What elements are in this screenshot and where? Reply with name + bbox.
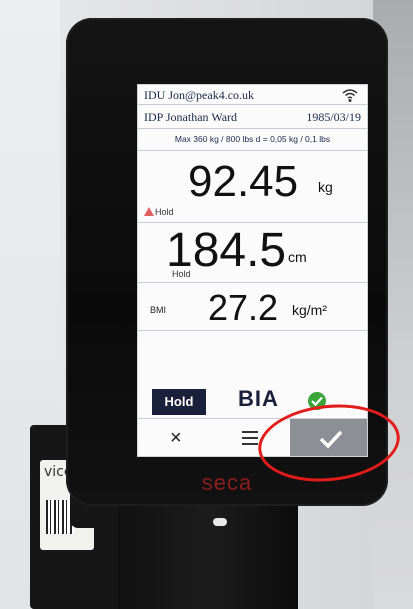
touch-screen: IDU Jon@peak4.co.uk IDP Jonathan Ward 19… <box>137 84 368 457</box>
close-icon: × <box>170 427 182 449</box>
idu-text: IDU Jon@peak4.co.uk <box>144 88 255 102</box>
idp-text: IDP Jonathan Ward <box>144 110 238 124</box>
idp-row[interactable]: IDP Jonathan Ward 1985/03/19 <box>138 105 367 129</box>
bmi-unit: kg/m² <box>292 302 327 318</box>
hold-button[interactable]: Hold <box>152 389 206 415</box>
stand-slot <box>213 518 227 526</box>
idu-row[interactable]: IDU Jon@peak4.co.uk <box>138 85 367 105</box>
scale-limits: Max 360 kg / 800 lbs d = 0,05 kg / 0,1 l… <box>138 129 367 151</box>
weight-panel: 92.45 kg Hold <box>138 151 367 223</box>
idp-date: 1985/03/19 <box>306 110 361 124</box>
height-unit: cm <box>288 249 307 265</box>
warning-icon <box>144 207 154 216</box>
height-hold-label: Hold <box>172 269 191 279</box>
bmi-panel: BMI 27.2 kg/m² <box>138 283 367 331</box>
wifi-icon <box>342 89 358 102</box>
weight-hold-label: Hold <box>155 207 174 217</box>
menu-icon <box>242 431 258 445</box>
cancel-button[interactable]: × <box>138 419 212 456</box>
weight-value: 92.45 <box>188 157 299 206</box>
bia-label[interactable]: BIA <box>238 386 279 412</box>
bmi-value: 27.2 <box>208 287 279 328</box>
height-panel: 184.5 cm Hold <box>138 223 367 283</box>
bmi-label: BMI <box>150 305 167 315</box>
spacer-panel <box>138 331 367 383</box>
weight-unit: kg <box>318 179 333 195</box>
